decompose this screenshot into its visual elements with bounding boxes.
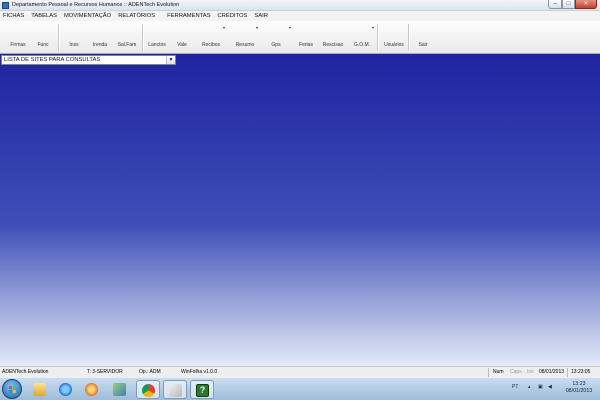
window-controls: – □ ✕	[548, 0, 597, 9]
toolbar-label: Vale	[177, 42, 187, 48]
status-ins: Ins	[527, 369, 534, 375]
app-icon	[2, 1, 9, 9]
toolbar-label: Gps	[271, 42, 281, 48]
chrome-icon	[142, 384, 155, 397]
toolbar-label: Rescisao	[322, 42, 344, 48]
toolbar-salfam-button[interactable]: Sal.Fam	[114, 21, 140, 54]
toolbar: Firmas Func Inss Irenda Sal.Fam Lanctos …	[0, 21, 600, 54]
toolbar-separator	[377, 24, 378, 51]
taskbar: ? PT ▴ ▣ ◀ 13:23 08/01/2013	[0, 377, 600, 400]
explorer-folder-icon	[33, 383, 46, 396]
toolbar-irenda-button[interactable]: Irenda	[89, 21, 111, 54]
toolbar-separator	[58, 24, 59, 51]
toolbar-gps-button[interactable]: Gps	[266, 21, 286, 54]
toolbar-label: Inss	[69, 42, 79, 48]
tray-arrow-icon[interactable]: ▴	[528, 384, 531, 390]
toolbar-sair-button[interactable]: Sair	[414, 21, 432, 54]
toolbar-gom-button[interactable]: G.O.M.	[351, 21, 373, 54]
volume-icon[interactable]: ◀	[548, 384, 552, 390]
toolbar-vale-button[interactable]: Vale	[173, 21, 191, 54]
maximize-button[interactable]: □	[562, 0, 575, 9]
clock-time: 13:23	[572, 381, 586, 387]
toolbar-label: Usuários	[384, 42, 404, 48]
status-terminal: T: 3-SERVIDOR	[87, 369, 123, 375]
menu-tabelas[interactable]: TABELAS	[31, 13, 57, 19]
toolbar-separator	[142, 24, 143, 51]
winfolha-app-icon: ?	[196, 384, 209, 397]
toolbar-label: Func	[37, 42, 49, 48]
toolbar-label: Resumo	[235, 42, 255, 48]
toolbar-label: Ferias	[299, 42, 313, 48]
menu-relatorios[interactable]: RELATÓRIOS	[118, 13, 155, 19]
toolbar-recibos-button[interactable]: Recibos	[198, 21, 224, 54]
tray-clock[interactable]: 13:23 08/01/2013	[560, 381, 598, 395]
status-version: WinFolha v1.0.0	[181, 369, 218, 375]
taskbar-chrome[interactable]	[136, 380, 160, 399]
sites-combo[interactable]: LISTA DE SITES PARA CONSULTAS ▼	[1, 55, 176, 65]
internet-explorer-icon	[59, 383, 72, 396]
taskbar-explorer[interactable]	[28, 380, 52, 399]
tray-language[interactable]: PT	[512, 384, 518, 390]
status-divider	[567, 368, 568, 377]
menu-ferramentas[interactable]: FERRAMENTAS	[167, 13, 210, 19]
status-num: Num	[493, 369, 504, 375]
status-time: 13:23:05	[571, 369, 591, 375]
menu-creditos[interactable]: CRÉDITOS	[218, 13, 248, 19]
status-bar: ADENTech Evolution T: 3-SERVIDOR Op.: AD…	[0, 366, 600, 377]
toolbar-lanctos-button[interactable]: Lanctos	[145, 21, 169, 54]
start-orb-icon[interactable]	[2, 379, 22, 399]
toolbar-usuarios-button[interactable]: Usuários	[381, 21, 407, 54]
toolbar-ferias-button[interactable]: Ferias	[295, 21, 317, 54]
toolbar-label: Sal.Fam	[117, 42, 137, 48]
chevron-down-icon[interactable]: ▼	[166, 56, 175, 64]
window-title: Departamento Pessoal e Recursos Humanos …	[12, 2, 180, 8]
toolbar-label: Irenda	[92, 42, 108, 48]
menu-bar: FICHAS TABELAS MOVIMENTAÇÃO RELATÓRIOS F…	[0, 11, 600, 21]
workspace	[0, 54, 600, 366]
taskbar-tools[interactable]	[108, 380, 132, 399]
toolbar-func-button[interactable]: Func	[33, 21, 53, 54]
status-divider	[488, 368, 489, 377]
title-bar[interactable]: Departamento Pessoal e Recursos Humanos …	[0, 0, 600, 11]
minimize-button[interactable]: –	[548, 0, 562, 9]
chevron-down-icon[interactable]	[289, 25, 292, 30]
taskbar-media[interactable]	[80, 380, 104, 399]
taskbar-paint[interactable]	[163, 380, 187, 399]
sites-combo-value: LISTA DE SITES PARA CONSULTAS	[4, 57, 101, 63]
toolbar-label: G.O.M.	[353, 42, 371, 48]
clock-date: 08/01/2013	[565, 388, 593, 394]
toolbar-firmas-button[interactable]: Firmas	[6, 21, 30, 54]
menu-sair[interactable]: SAIR	[254, 13, 268, 19]
menu-movimentacao[interactable]: MOVIMENTAÇÃO	[64, 13, 111, 19]
status-app: ADENTech Evolution	[2, 369, 49, 375]
menu-fichas[interactable]: FICHAS	[3, 13, 24, 19]
paint-brush-icon	[169, 384, 182, 397]
tools-icon	[113, 383, 126, 396]
media-player-icon	[85, 383, 98, 396]
chevron-down-icon[interactable]	[223, 25, 226, 30]
chevron-down-icon[interactable]	[372, 25, 375, 30]
toolbar-label: Recibos	[201, 42, 221, 48]
toolbar-label: Sair	[418, 42, 428, 48]
toolbar-separator	[408, 24, 409, 51]
toolbar-label: Firmas	[10, 42, 26, 48]
toolbar-rescisao-button[interactable]: Rescisao	[320, 21, 346, 54]
toolbar-inss-button[interactable]: Inss	[64, 21, 84, 54]
taskbar-winfolha[interactable]: ?	[190, 380, 214, 399]
toolbar-label: Lanctos	[148, 42, 166, 48]
chevron-down-icon[interactable]	[256, 25, 259, 30]
status-operator: Op.: ADM	[139, 369, 161, 375]
close-button[interactable]: ✕	[575, 0, 597, 9]
toolbar-resumo-button[interactable]: Resumo	[232, 21, 258, 54]
taskbar-ie[interactable]	[54, 380, 78, 399]
status-date: 08/01/2013	[539, 369, 565, 375]
status-caps: Caps	[510, 369, 522, 375]
network-icon[interactable]: ▣	[538, 384, 543, 390]
